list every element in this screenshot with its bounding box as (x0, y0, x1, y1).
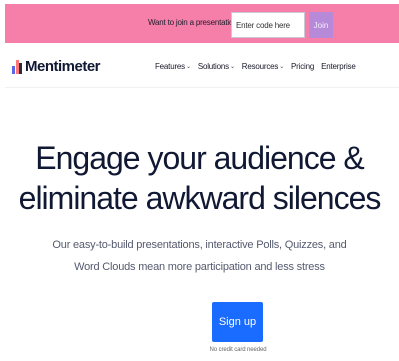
main-navigation: Mentimeter Features ⌄ Solutions ⌄ Resour… (5, 48, 399, 88)
nav-item-pricing[interactable]: Pricing (291, 62, 314, 71)
chevron-down-icon: ⌄ (229, 64, 235, 70)
no-credit-card-note: No credit card needed (209, 347, 267, 353)
nav-item-label: Pricing (291, 62, 315, 71)
nav-item-features[interactable]: Features ⌄ (155, 62, 191, 71)
nav-menu: Features ⌄ Solutions ⌄ Resources ⌄ Prici… (155, 62, 363, 71)
hero-subtitle-line-2: Word Clouds mean more participation and … (74, 261, 325, 273)
nav-item-solutions[interactable]: Solutions ⌄ (198, 62, 235, 71)
join-presentation-bar: Want to join a presentation? Join (5, 4, 399, 43)
logo-bars-icon (12, 59, 22, 74)
sign-up-button[interactable]: Sign up (212, 302, 263, 342)
mentimeter-logo[interactable]: Mentimeter (12, 58, 101, 75)
hero-subtitle: Our easy-to-build presentations, interac… (0, 234, 399, 278)
nav-item-enterprise[interactable]: Enterprise (321, 62, 356, 71)
chevron-down-icon: ⌄ (279, 64, 285, 70)
hero-subtitle-line-1: Our easy-to-build presentations, interac… (52, 239, 347, 251)
nav-item-resources[interactable]: Resources ⌄ (242, 62, 284, 71)
chevron-down-icon: ⌄ (185, 64, 191, 70)
nav-item-label: Solutions (197, 62, 229, 71)
nav-item-label: Enterprise (321, 62, 356, 71)
join-prompt: Want to join a presentation? (148, 18, 242, 27)
brand-name: Mentimeter (25, 58, 101, 75)
hero-title-line-2: eliminate awkward silences (18, 180, 382, 216)
hero-title-line-1: Engage your audience & (35, 140, 364, 176)
join-button[interactable]: Join (309, 12, 333, 38)
hero-title: Engage your audience & eliminate awkward… (0, 138, 399, 218)
nav-item-label: Features (155, 62, 185, 71)
nav-item-label: Resources (241, 62, 279, 71)
presentation-code-input[interactable] (231, 12, 305, 38)
